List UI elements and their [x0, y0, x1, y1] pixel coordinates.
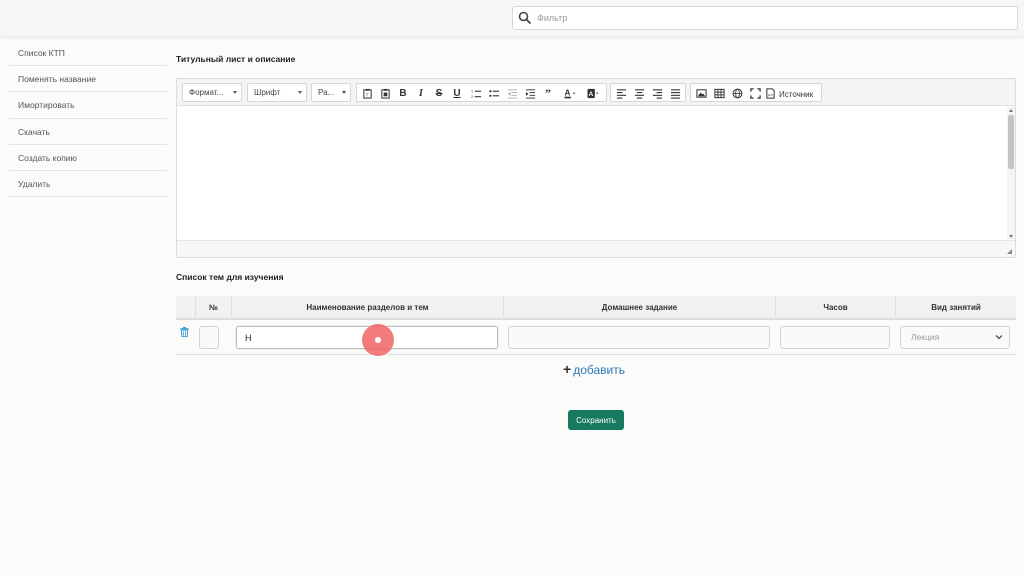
editor-content-area[interactable] — [177, 107, 1007, 240]
svg-text:A: A — [589, 90, 594, 97]
svg-text:2: 2 — [471, 95, 473, 99]
sidebar-item-import[interactable]: Имортировать — [9, 92, 167, 119]
source-button[interactable]: <> Источник — [765, 86, 821, 100]
blockquote-icon[interactable]: ” — [540, 86, 556, 100]
image-icon[interactable] — [693, 86, 709, 100]
topics-table-header: № Наименование разделов и тем Домашнее з… — [176, 296, 1016, 320]
font-dropdown-label: Шрифт — [254, 88, 281, 97]
sidebar: Список КТП Поменять название Имортироват… — [9, 40, 167, 198]
add-row-link[interactable]: + добавить — [563, 361, 625, 377]
cursor-click-indicator — [362, 324, 394, 356]
insert-group: <> Источник — [690, 83, 822, 102]
outdent-icon[interactable] — [504, 86, 520, 100]
align-center-icon[interactable] — [631, 86, 647, 100]
save-button[interactable]: Сохранить — [568, 410, 624, 430]
alignment-group — [610, 83, 686, 102]
title-page-heading: Титульный лист и описание — [176, 54, 296, 64]
align-right-icon[interactable] — [649, 86, 665, 100]
header-actions — [176, 296, 195, 320]
underline-icon[interactable]: U — [449, 86, 465, 100]
header-name: Наименование разделов и тем — [231, 296, 503, 320]
source-label: Источник — [779, 90, 814, 99]
format-dropdown[interactable]: Формат... — [182, 83, 242, 102]
sidebar-item-delete[interactable]: Удалить — [9, 171, 167, 198]
resize-handle-icon[interactable] — [1007, 249, 1012, 254]
sidebar-item-download[interactable]: Скачать — [9, 119, 167, 145]
rich-text-editor: Формат... Шрифт Ра... T B I S U 12 ” A A… — [176, 78, 1016, 258]
hours-input[interactable] — [780, 326, 890, 349]
header-num: № — [195, 296, 231, 320]
size-dropdown-label: Ра... — [318, 88, 335, 97]
strikethrough-icon[interactable]: S — [431, 86, 447, 100]
italic-icon[interactable]: I — [413, 86, 429, 100]
svg-text:T: T — [365, 92, 368, 97]
svg-text:A: A — [565, 88, 571, 97]
filter-box[interactable] — [512, 6, 1018, 30]
fullscreen-icon[interactable] — [747, 86, 763, 100]
topics-heading: Список тем для изучения — [176, 272, 284, 282]
table-row: Лекция — [176, 320, 1016, 355]
chevron-down-icon — [995, 335, 1003, 340]
background-color-icon[interactable]: A — [583, 86, 603, 100]
bold-icon[interactable]: B — [395, 86, 411, 100]
globe-icon[interactable] — [729, 86, 745, 100]
indent-icon[interactable] — [522, 86, 538, 100]
sidebar-item-copy[interactable]: Создать копию — [9, 145, 167, 171]
editor-toolbar: Формат... Шрифт Ра... T B I S U 12 ” A A… — [177, 79, 1015, 106]
svg-text:1: 1 — [471, 89, 473, 93]
row-number-input[interactable] — [199, 326, 219, 349]
homework-input[interactable] — [508, 326, 770, 349]
add-row-label: добавить — [573, 363, 625, 377]
align-left-icon[interactable] — [613, 86, 629, 100]
caret-down-icon — [298, 91, 302, 94]
header-hours: Часов — [775, 296, 895, 320]
scroll-down-icon[interactable] — [1009, 235, 1013, 238]
text-color-icon[interactable]: A — [561, 86, 579, 100]
scrollbar-thumb[interactable] — [1008, 115, 1014, 169]
caret-down-icon — [233, 91, 237, 94]
align-justify-icon[interactable] — [667, 86, 683, 100]
header-type: Вид занятий — [895, 296, 1016, 320]
editor-statusbar — [177, 240, 1015, 257]
filter-input[interactable] — [537, 9, 1007, 27]
sidebar-item-rename[interactable]: Поменять название — [9, 66, 167, 93]
svg-text:<>: <> — [768, 92, 774, 97]
search-icon — [518, 11, 532, 25]
lesson-type-value: Лекция — [911, 332, 940, 342]
table-icon[interactable] — [711, 86, 727, 100]
numbered-list-icon[interactable]: 12 — [468, 86, 484, 100]
size-dropdown[interactable]: Ра... — [311, 83, 351, 102]
plus-icon: + — [563, 361, 572, 377]
scroll-up-icon[interactable] — [1009, 109, 1013, 112]
caret-down-icon — [342, 91, 346, 94]
paste-text-icon[interactable]: T — [359, 86, 375, 100]
paste-word-icon[interactable] — [377, 86, 393, 100]
lesson-type-select[interactable]: Лекция — [900, 326, 1010, 349]
bullet-list-icon[interactable] — [486, 86, 502, 100]
font-dropdown[interactable]: Шрифт — [247, 83, 307, 102]
sidebar-item-ktp-list[interactable]: Список КТП — [9, 40, 167, 67]
top-bar — [0, 0, 1024, 36]
format-dropdown-label: Формат... — [189, 88, 224, 97]
editor-scrollbar[interactable] — [1007, 107, 1015, 240]
header-homework: Домашнее задание — [503, 296, 775, 320]
formatting-group: T B I S U 12 ” A A — [356, 83, 607, 102]
source-icon: <> — [766, 87, 775, 99]
trash-icon[interactable] — [180, 327, 189, 337]
